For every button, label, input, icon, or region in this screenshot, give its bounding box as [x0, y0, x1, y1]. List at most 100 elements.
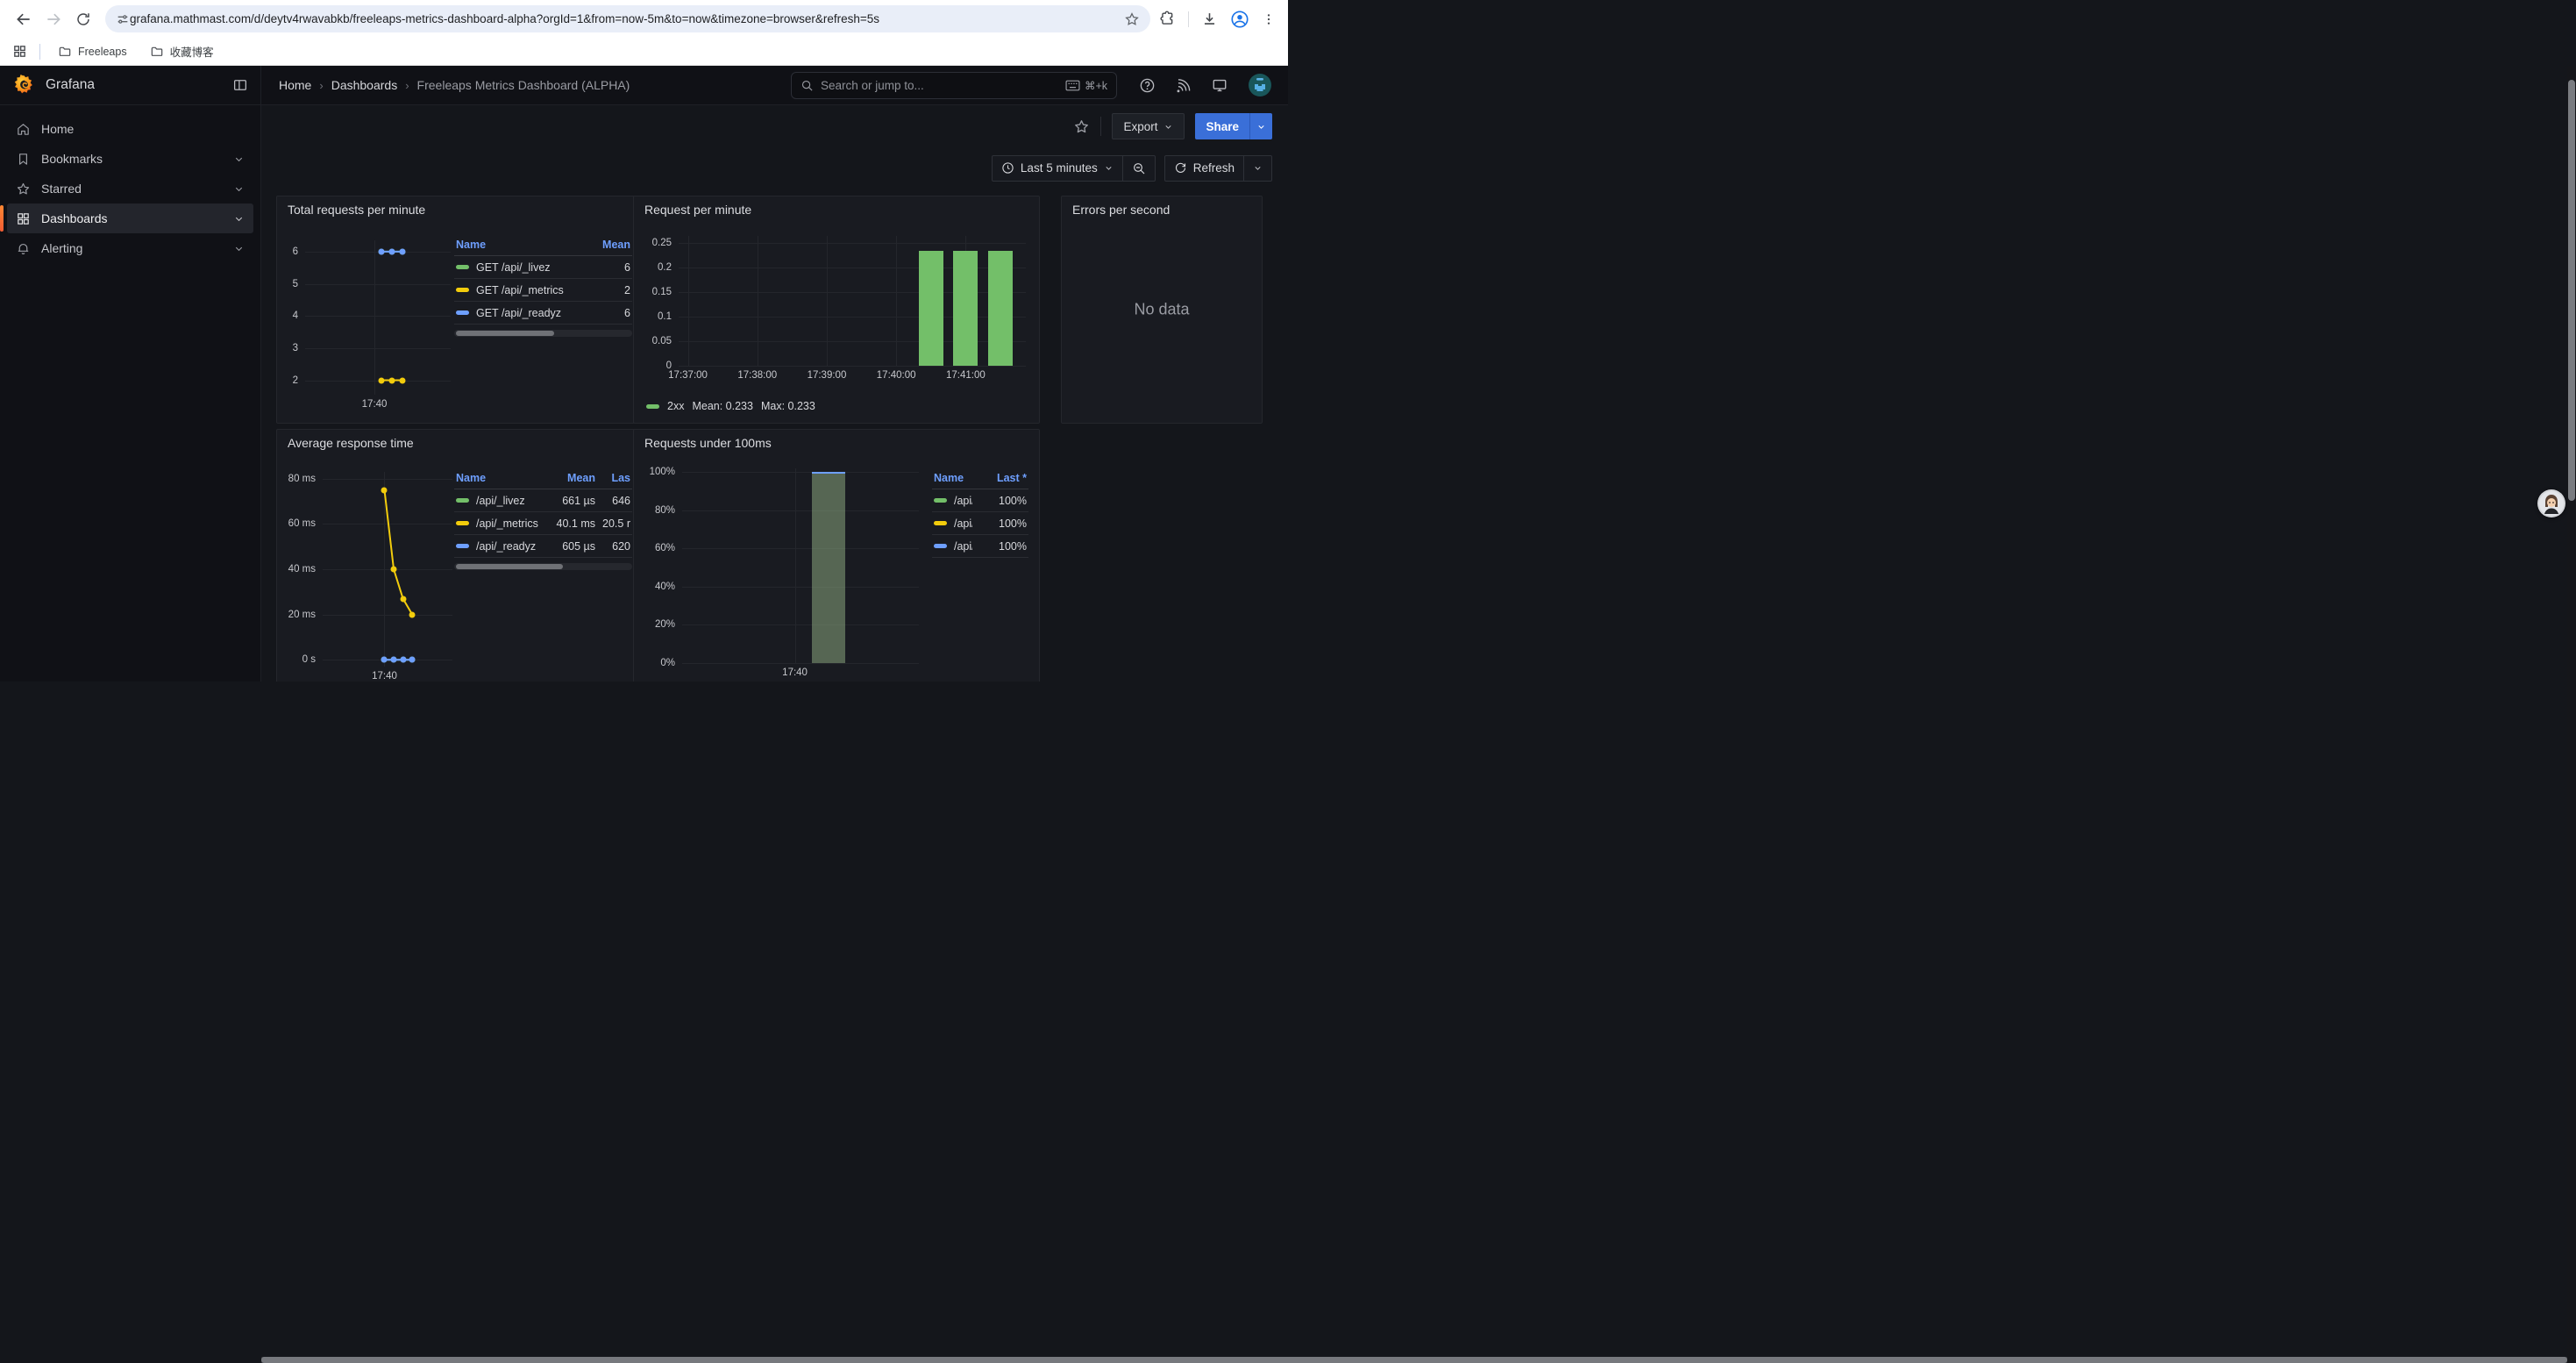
- legend-table-header: Name Mean Las: [454, 470, 632, 489]
- chevron-down-icon[interactable]: [233, 213, 245, 225]
- share-button[interactable]: Share: [1195, 113, 1249, 139]
- series-name[interactable]: GET /api/_livez: [476, 261, 576, 274]
- table-row[interactable]: /api/_readyz 605 µs 620: [454, 535, 632, 558]
- collapse-sidebar-icon[interactable]: [232, 77, 248, 93]
- home-icon: [16, 122, 31, 137]
- export-button[interactable]: Export: [1112, 113, 1185, 139]
- series-color-pill: [456, 521, 469, 525]
- chevron-down-icon[interactable]: [233, 153, 245, 165]
- sidebar-item-label: Starred: [41, 182, 223, 196]
- table-row[interactable]: /api/_readyz 100%: [932, 535, 1028, 558]
- table-scrollbar-thumb[interactable]: [456, 564, 563, 569]
- table-row[interactable]: GET /api/_metrics 2: [454, 279, 632, 302]
- series-name[interactable]: /api/_readyz: [476, 540, 541, 553]
- series-name[interactable]: /api/_metrics: [476, 517, 541, 530]
- series-color-pill: [934, 544, 947, 548]
- sidebar-item-home[interactable]: Home: [7, 114, 253, 144]
- request-per-minute-chart: 0.250.20.150.10.05017:37:0017:38:0017:39…: [679, 236, 1026, 366]
- table-scrollbar[interactable]: [454, 330, 632, 337]
- brand-row: Grafana: [0, 66, 260, 105]
- col-name[interactable]: Name: [456, 472, 541, 484]
- refresh-interval-button[interactable]: [1243, 156, 1271, 181]
- bookmark-icon: [16, 152, 31, 167]
- chevron-down-icon[interactable]: [233, 243, 245, 254]
- legend-series-name[interactable]: 2xx: [667, 400, 684, 412]
- share-menu-button[interactable]: [1249, 113, 1272, 139]
- series-name[interactable]: /api/_livez: [954, 495, 972, 507]
- sidebar-item-starred[interactable]: Starred: [7, 174, 253, 203]
- table-scrollbar-thumb[interactable]: [456, 331, 554, 336]
- user-avatar[interactable]: [1248, 73, 1272, 97]
- panel-avg-response-time[interactable]: Average response time 80 ms60 ms40 ms20 …: [276, 429, 642, 682]
- browser-forward-button[interactable]: [39, 4, 68, 34]
- monitor-icon[interactable]: [1211, 77, 1228, 94]
- total-requests-legend-table: Name Mean GET /api/_livez 6 GET /api/_me…: [454, 237, 632, 337]
- sidebar-item-alerting[interactable]: Alerting: [7, 233, 253, 263]
- series-mean: 605 µs: [541, 540, 595, 553]
- col-name[interactable]: Name: [934, 472, 972, 484]
- requests-under-100ms-chart: 100%80%60%40%20%0%17:40: [682, 468, 919, 663]
- grafana-logo: [12, 74, 35, 96]
- page-horizontal-scrollbar[interactable]: [261, 1357, 2567, 1363]
- profile-avatar-icon[interactable]: [1230, 10, 1249, 29]
- table-scrollbar[interactable]: [454, 563, 632, 570]
- table-row[interactable]: /api/_livez 661 µs 646: [454, 489, 632, 512]
- series-color-pill: [456, 498, 469, 503]
- apps-grid-icon[interactable]: [12, 44, 27, 59]
- series-name[interactable]: /api/_livez: [476, 495, 541, 507]
- chart-legend[interactable]: 2xx Mean: 0.233 Max: 0.233: [646, 400, 815, 412]
- series-name[interactable]: /api/_readyz: [954, 540, 972, 553]
- table-row[interactable]: GET /api/_readyz 6: [454, 302, 632, 325]
- time-range-picker[interactable]: Last 5 minutes: [993, 156, 1122, 181]
- table-row[interactable]: /api/_metrics 100%: [932, 512, 1028, 535]
- sidebar-item-label: Home: [41, 122, 245, 136]
- scrollbar-thumb[interactable]: [261, 1357, 2567, 1363]
- favorite-star-icon[interactable]: [1073, 118, 1090, 135]
- address-bar[interactable]: grafana.mathmast.com/d/deytv4rwavabkb/fr…: [105, 5, 1150, 32]
- table-row[interactable]: GET /api/_livez 6: [454, 256, 632, 279]
- sidebar-item-label: Bookmarks: [41, 152, 223, 166]
- bookmark-star-icon[interactable]: [1124, 11, 1140, 27]
- table-row[interactable]: /api/_metrics 40.1 ms 20.5 r: [454, 512, 632, 535]
- floating-assistant-avatar[interactable]: [2537, 489, 2565, 517]
- series-name[interactable]: GET /api/_metrics: [476, 284, 576, 296]
- bell-icon: [16, 241, 31, 256]
- downloads-icon[interactable]: [1201, 11, 1218, 27]
- search-box[interactable]: ⌘+k: [791, 72, 1117, 99]
- breadcrumb-home[interactable]: Home: [279, 78, 311, 92]
- col-mean[interactable]: Mean: [576, 239, 630, 251]
- page-vertical-scrollbar[interactable]: [2567, 66, 2576, 1363]
- refresh-button[interactable]: Refresh: [1165, 156, 1243, 181]
- sidebar-item-dashboards[interactable]: Dashboards: [7, 203, 253, 233]
- col-mean[interactable]: Mean: [541, 472, 595, 484]
- help-icon[interactable]: [1139, 77, 1156, 94]
- search-input[interactable]: [821, 79, 1058, 92]
- news-rss-icon[interactable]: [1175, 77, 1192, 94]
- col-last[interactable]: Las: [595, 472, 630, 484]
- sidebar-item-bookmarks[interactable]: Bookmarks: [7, 144, 253, 174]
- chevron-down-icon[interactable]: [233, 183, 245, 195]
- bookmark-folder-blogs[interactable]: 收藏博客: [145, 40, 219, 62]
- series-name[interactable]: /api/_metrics: [954, 517, 972, 530]
- breadcrumb-dashboards[interactable]: Dashboards: [331, 78, 398, 92]
- panel-total-requests[interactable]: Total requests per minute 6543217:40 Nam…: [276, 196, 642, 424]
- app-topbar: Home › Dashboards › Freeleaps Metrics Da…: [261, 66, 1288, 105]
- browser-menu-icon[interactable]: [1262, 12, 1276, 26]
- bookmark-folder-freeleaps[interactable]: Freeleaps: [53, 42, 132, 61]
- col-last[interactable]: Last *: [972, 472, 1027, 484]
- series-name[interactable]: GET /api/_readyz: [476, 307, 576, 319]
- scrollbar-thumb[interactable]: [2568, 80, 2575, 501]
- browser-back-button[interactable]: [9, 4, 39, 34]
- shortcut-text: ⌘+k: [1085, 79, 1107, 92]
- site-settings-icon[interactable]: [116, 12, 130, 26]
- panel-requests-under-100ms[interactable]: Requests under 100ms 100%80%60%40%20%0%1…: [633, 429, 1040, 682]
- extensions-icon[interactable]: [1159, 11, 1176, 27]
- chevron-down-icon: [1256, 122, 1266, 132]
- zoom-out-button[interactable]: [1122, 156, 1155, 181]
- folder-icon: [150, 45, 164, 59]
- table-row[interactable]: /api/_livez 100%: [932, 489, 1028, 512]
- panel-errors-per-second[interactable]: Errors per second No data: [1061, 196, 1263, 424]
- browser-reload-button[interactable]: [68, 4, 98, 34]
- panel-request-per-minute[interactable]: Request per minute 0.250.20.150.10.05017…: [633, 196, 1040, 424]
- col-name[interactable]: Name: [456, 239, 576, 251]
